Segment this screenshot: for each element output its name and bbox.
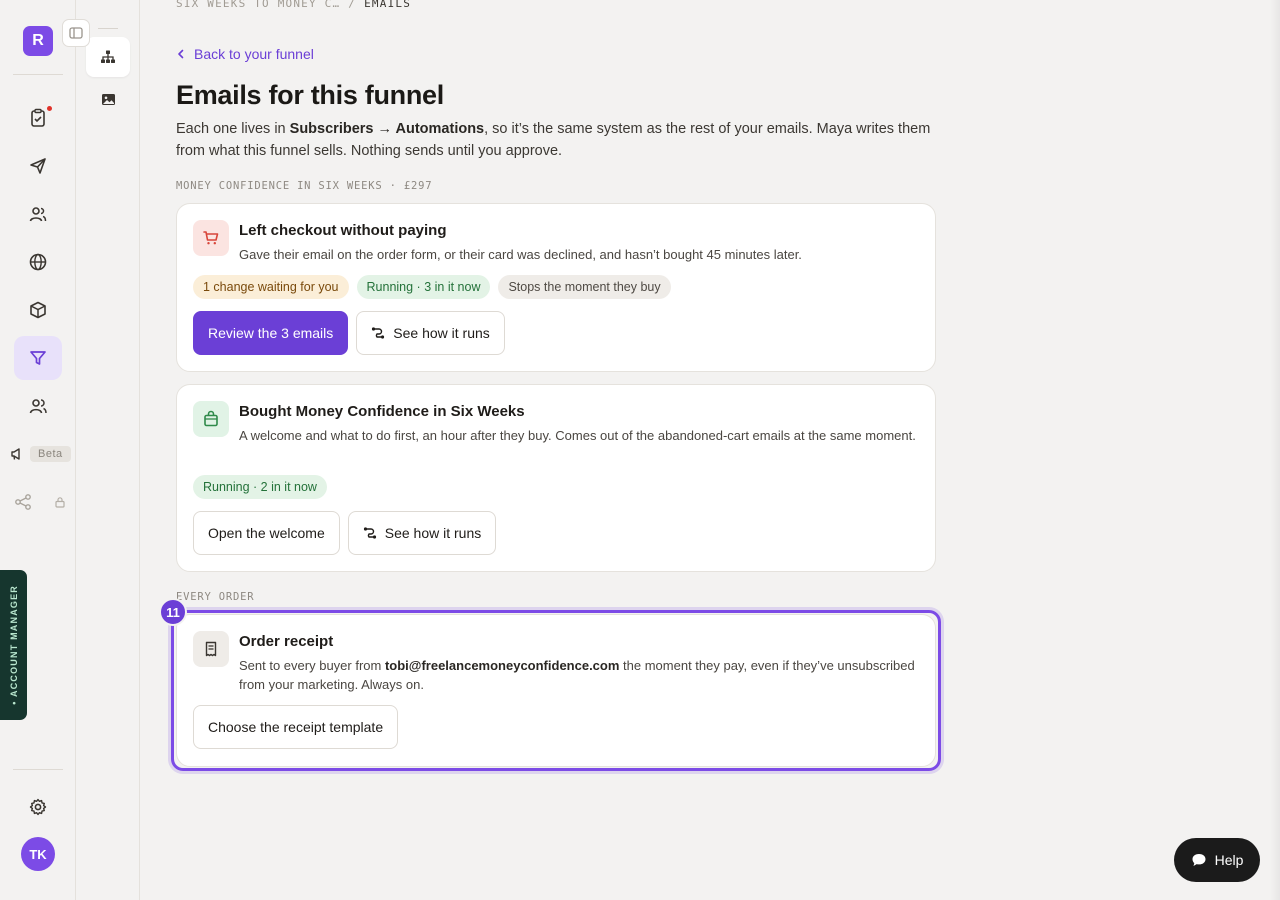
card-description: A welcome and what to do first, an hour … (239, 428, 916, 443)
card-actions: Review the 3 emails See how it runs (193, 311, 505, 355)
bag-icon-badge (193, 401, 229, 437)
help-button[interactable]: Help (1174, 838, 1260, 882)
workspace-logo[interactable]: R (23, 26, 53, 56)
subnav-divider (98, 28, 118, 29)
breadcrumb-parent[interactable]: SIX WEEKS TO MONEY C… (176, 0, 340, 10)
stop-rule-badge: Stops the moment they buy (498, 275, 671, 299)
globe-icon (29, 253, 47, 271)
funnel-subnav (76, 0, 140, 900)
card-title: Order receipt (239, 633, 334, 650)
tour-step-badge: 11 (159, 598, 187, 626)
primary-sidebar: R Beta • ACCOUNT MANAGER TK (0, 0, 90, 900)
nav-websites[interactable] (14, 240, 62, 284)
purchase-welcome-card: Bought Money Confidence in Six Weeks A w… (176, 384, 936, 572)
users-icon (29, 399, 47, 414)
order-receipt-card: Order receipt Sent to every buyer from t… (176, 614, 936, 767)
chat-bubble-icon (1192, 854, 1206, 866)
review-emails-button[interactable]: Review the 3 emails (193, 311, 349, 355)
flow-path-icon (363, 527, 376, 539)
nav-settings[interactable] (14, 785, 62, 829)
filter-icon (30, 351, 46, 365)
image-icon (101, 93, 115, 105)
running-badge: Running · 2 in it now (193, 475, 327, 499)
account-manager-tab[interactable]: • ACCOUNT MANAGER (0, 570, 27, 720)
receipt-icon (205, 641, 217, 657)
subnav-media[interactable] (86, 79, 130, 119)
share-icon (15, 494, 31, 510)
send-icon (30, 158, 46, 174)
abandoned-cart-card: Left checkout without paying Gave their … (176, 203, 936, 372)
pending-change-badge: 1 change waiting for you (193, 275, 349, 299)
status-chips: 1 change waiting for you Running · 3 in … (193, 275, 671, 299)
running-badge: Running · 3 in it now (356, 275, 491, 299)
rail-divider-bottom (13, 769, 63, 770)
page-edge-shade (1270, 0, 1280, 900)
breadcrumb: SIX WEEKS TO MONEY C… / EMAILS (176, 0, 411, 10)
automations-term: Automations (395, 121, 485, 137)
sitemap-icon (101, 50, 115, 63)
subnav-funnel-map[interactable] (86, 37, 130, 77)
chevron-left-icon (178, 49, 184, 59)
megaphone-icon (11, 448, 20, 460)
card-actions: Choose the receipt template (193, 705, 399, 749)
beta-badge: Beta (30, 446, 71, 462)
flow-path-icon (372, 327, 385, 339)
section-label-every-order: EVERY ORDER (176, 591, 255, 603)
breadcrumb-current: EMAILS (364, 0, 412, 10)
shopping-bag-icon (204, 410, 218, 427)
notification-dot (47, 106, 52, 111)
rail-divider (13, 74, 63, 75)
sidebar-toggle-icon (69, 27, 83, 39)
page-intro: Each one lives in Subscribers → Automati… (176, 121, 931, 159)
nav-affiliates-locked[interactable] (14, 492, 66, 512)
nav-campaigns-beta[interactable]: Beta (10, 444, 71, 464)
collapse-sidebar-button[interactable] (62, 19, 90, 47)
card-title: Bought Money Confidence in Six Weeks (239, 403, 525, 420)
gear-icon (29, 798, 47, 816)
card-description: Gave their email on the order form, or t… (239, 247, 802, 262)
receipt-icon-badge (193, 631, 229, 667)
card-actions: Open the welcome See how it runs (193, 511, 497, 555)
user-avatar[interactable]: TK (21, 837, 55, 871)
lock-icon (55, 497, 65, 508)
see-how-it-runs-button[interactable]: See how it runs (347, 511, 497, 555)
subscribers-term: Subscribers (289, 121, 374, 137)
nav-audience[interactable] (14, 192, 62, 236)
see-how-it-runs-button[interactable]: See how it runs (356, 311, 505, 355)
status-chips: Running · 2 in it now (193, 475, 327, 499)
nav-send[interactable] (14, 144, 62, 188)
cart-icon (203, 231, 219, 245)
page-title: Emails for this funnel (176, 80, 444, 110)
card-title: Left checkout without paying (239, 222, 447, 239)
back-to-funnel-link[interactable]: Back to your funnel (176, 46, 314, 62)
cart-icon-badge (193, 220, 229, 256)
nav-customers[interactable] (14, 384, 62, 428)
nav-products[interactable] (14, 288, 62, 332)
choose-receipt-template-button[interactable]: Choose the receipt template (193, 705, 399, 749)
open-welcome-button[interactable]: Open the welcome (193, 511, 340, 555)
nav-tasks[interactable] (14, 96, 62, 140)
checklist-icon (31, 108, 45, 127)
nav-funnels[interactable] (14, 336, 62, 380)
box-icon (30, 301, 46, 319)
section-label-product: MONEY CONFIDENCE IN SIX WEEKS · £297 (176, 180, 433, 192)
card-description: Sent to every buyer from tobi@freelancem… (239, 658, 915, 692)
people-icon (29, 207, 47, 222)
sender-email: tobi@freelancemoneyconfidence.com (384, 658, 620, 673)
breadcrumb-separator: / (348, 0, 357, 10)
